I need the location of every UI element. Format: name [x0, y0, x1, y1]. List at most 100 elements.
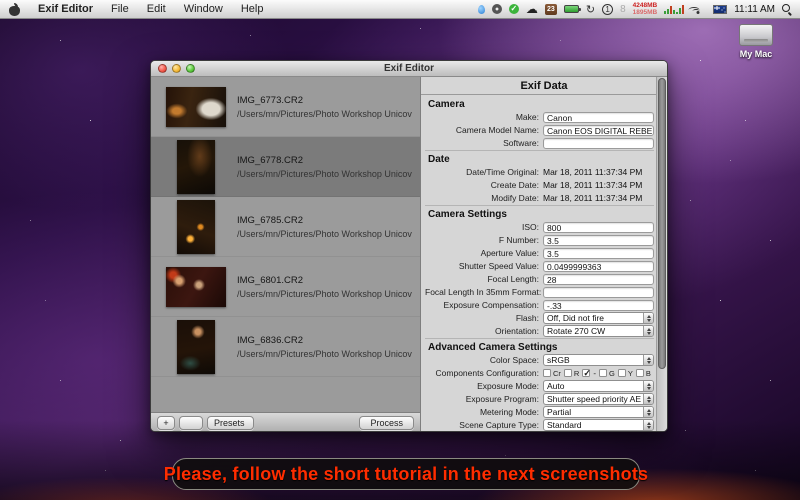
section-title-advanced-camera-settings: Advanced Camera Settings	[425, 338, 654, 354]
exif-field-row: Components Configuration:CrR-GYBCb	[425, 367, 654, 379]
text-field[interactable]: 0.0499999363	[543, 261, 654, 272]
exif-field-row: Modify Date:Mar 18, 2011 11:37:34 PM	[425, 192, 654, 204]
dropdown-field[interactable]: Shutter speed priority AE	[543, 393, 654, 405]
dropdown-field[interactable]: Partial	[543, 406, 654, 418]
green-check-icon[interactable]: ✓	[509, 4, 519, 14]
checkbox-b[interactable]	[636, 369, 644, 377]
file-name: IMG_6785.CR2	[237, 215, 412, 226]
text-field[interactable]: 28	[543, 274, 654, 285]
scrollbar-thumb[interactable]	[658, 78, 666, 369]
exif-field-row: Scene Capture Type:Standard	[425, 419, 654, 431]
menu-file[interactable]: File	[102, 0, 138, 19]
exif-field-row: Date/Time Original:Mar 18, 2011 11:37:34…	[425, 166, 654, 178]
menu-edit[interactable]: Edit	[138, 0, 175, 19]
stepper-icon[interactable]	[643, 326, 653, 336]
memory-usage-indicator[interactable]: 4248MB 1895MB	[633, 2, 658, 16]
exif-field-row: Metering Mode:Partial	[425, 406, 654, 418]
action-gear-button[interactable]	[179, 416, 203, 430]
dropdown-field[interactable]: Standard	[543, 419, 654, 431]
file-path: /Users/mn/Pictures/Photo Workshop Unicov	[237, 229, 412, 239]
desktop-icon-my-mac[interactable]: My Mac	[726, 24, 786, 59]
checkbox-cr[interactable]	[543, 369, 551, 377]
file-list-item[interactable]: IMG_6801.CR2/Users/mn/Pictures/Photo Wor…	[151, 257, 420, 317]
cloud-icon[interactable]: ☁	[526, 4, 538, 14]
stepper-icon[interactable]	[643, 394, 653, 404]
text-field[interactable]	[543, 287, 654, 298]
field-control: CrR-GYBCb	[543, 369, 654, 378]
file-list-item[interactable]: IMG_6836.CR2/Users/mn/Pictures/Photo Wor…	[151, 317, 420, 377]
add-file-button[interactable]: +	[157, 416, 175, 430]
exif-field-row: Exposure Program:Shutter speed priority …	[425, 393, 654, 405]
menu-window[interactable]: Window	[175, 0, 232, 19]
checkbox-y[interactable]	[618, 369, 626, 377]
stepper-icon[interactable]	[643, 355, 653, 365]
battery-icon[interactable]	[564, 5, 579, 13]
apple-menu[interactable]	[0, 0, 29, 19]
field-control: sRGB	[543, 354, 654, 366]
menu-help[interactable]: Help	[232, 0, 273, 19]
text-field[interactable]: 3.5	[543, 248, 654, 259]
presets-dropdown-button[interactable]: Presets	[207, 416, 254, 430]
stepper-icon[interactable]	[643, 420, 653, 430]
stepper-icon[interactable]	[643, 381, 653, 391]
stepper-icon[interactable]	[643, 407, 653, 417]
text-field[interactable]: 800	[543, 222, 654, 233]
disc-icon[interactable]	[492, 4, 502, 14]
checkbox-label: G	[609, 369, 615, 378]
checkbox-g[interactable]	[599, 369, 607, 377]
static-value: Mar 18, 2011 11:37:34 PM	[543, 167, 642, 177]
stepper-icon[interactable]	[643, 313, 653, 323]
sync-icon[interactable]: ↻	[586, 3, 595, 16]
exif-field-row: Focal Length:28	[425, 273, 654, 285]
text-field[interactable]: -.33	[543, 300, 654, 311]
text-field[interactable]: Canon	[543, 112, 654, 123]
field-control: 28	[543, 274, 654, 285]
desktop-background: Exif EditorFileEditWindowHelp ✓ ☁ 23 ↻ 1…	[0, 0, 800, 500]
file-list-item[interactable]: IMG_6773.CR2/Users/mn/Pictures/Photo Wor…	[151, 77, 420, 137]
photo-thumbnail	[177, 200, 215, 254]
field-control: Mar 18, 2011 11:37:34 PM	[543, 180, 654, 190]
tutorial-banner-text: Please, follow the short tutorial in the…	[164, 464, 649, 485]
dropdown-field[interactable]: sRGB	[543, 354, 654, 366]
field-label: Scene Capture Type:	[425, 420, 543, 430]
photo-thumbnail	[166, 267, 226, 307]
menu-exif-editor[interactable]: Exif Editor	[29, 0, 102, 19]
process-button[interactable]: Process	[359, 416, 414, 430]
field-control: Canon EOS DIGITAL REBEL XT	[543, 125, 654, 136]
clock-1-icon[interactable]: 1	[602, 4, 613, 15]
text-field[interactable]: Canon EOS DIGITAL REBEL XT	[543, 125, 654, 136]
badge-23-icon[interactable]: 23	[545, 4, 557, 15]
vertical-scrollbar[interactable]	[656, 77, 667, 432]
memory-used: 4248MB	[633, 2, 658, 9]
menu-bar-clock[interactable]: 11:11 AM	[734, 4, 775, 15]
file-list-item[interactable]: IMG_6785.CR2/Users/mn/Pictures/Photo Wor…	[151, 197, 420, 257]
file-list-item[interactable]: IMG_6778.CR2/Users/mn/Pictures/Photo Wor…	[151, 137, 420, 197]
window-title-bar[interactable]: Exif Editor	[151, 61, 667, 77]
close-button[interactable]	[158, 64, 167, 73]
file-name: IMG_6778.CR2	[237, 155, 412, 166]
input-language-flag-icon[interactable]	[713, 5, 727, 14]
field-control: 3.5	[543, 248, 654, 259]
zoom-button[interactable]	[186, 64, 195, 73]
dropdown-field[interactable]: Auto	[543, 380, 654, 392]
field-label: Camera Model Name:	[425, 125, 543, 135]
memory-free: 1895MB	[633, 9, 658, 16]
apple-logo-icon	[9, 3, 20, 16]
field-label: Date/Time Original:	[425, 167, 543, 177]
exif-field-row: ISO:800	[425, 221, 654, 233]
exif-data-header: Exif Data	[421, 77, 667, 95]
dropdown-field[interactable]: Off, Did not fire	[543, 312, 654, 324]
components-configuration-group: CrR-GYBCb	[543, 369, 654, 378]
spotlight-search-icon[interactable]	[782, 4, 792, 14]
checkbox-r[interactable]	[564, 369, 572, 377]
text-field[interactable]: 3.5	[543, 235, 654, 246]
wifi-icon[interactable]	[693, 4, 706, 14]
dropdown-field[interactable]: Rotate 270 CW	[543, 325, 654, 337]
exif-data-panel: Exif Data CameraMake:CanonCamera Model N…	[421, 77, 667, 432]
checkbox-checked[interactable]	[582, 369, 590, 377]
droplet-icon[interactable]	[478, 5, 485, 14]
cpu-graph-icon[interactable]	[664, 4, 686, 14]
minimize-button[interactable]	[172, 64, 181, 73]
text-field[interactable]	[543, 138, 654, 149]
field-control: -.33	[543, 300, 654, 311]
